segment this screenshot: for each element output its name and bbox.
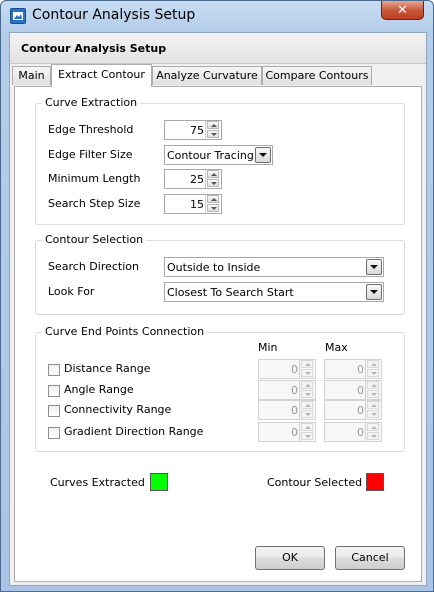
spin-down-icon[interactable] [367,369,379,377]
spin-up-icon[interactable] [301,381,313,389]
connectivity-range-min[interactable]: 0 [258,400,316,420]
spin-up-icon[interactable] [367,423,379,431]
tab-panel-extract-contour: Curve Extraction Edge Threshold 75 Edge … [14,86,422,582]
spin-down-icon[interactable] [207,204,219,212]
spin-up-icon[interactable] [301,360,313,368]
look-for-label: Look For [48,285,95,298]
close-icon: ✕ [397,2,408,18]
close-button[interactable]: ✕ [381,1,424,20]
angle-range-min[interactable]: 0 [258,380,316,400]
minimum-length-label: Minimum Length [48,172,141,185]
spin-up-icon[interactable] [367,360,379,368]
spin-up-icon[interactable] [301,401,313,409]
minimum-length-spinner[interactable]: 25 [164,169,222,189]
spin-up-icon[interactable] [367,381,379,389]
spin-down-icon[interactable] [301,390,313,398]
title-bar[interactable]: Contour Analysis Setup ✕ [1,1,433,31]
contour-selected-color-swatch[interactable] [366,473,384,491]
spin-up-icon[interactable] [207,121,219,129]
spin-down-icon[interactable] [207,130,219,138]
spin-down-icon[interactable] [367,390,379,398]
connectivity-range-label: Connectivity Range [64,403,172,416]
max-column-header: Max [325,341,348,354]
minimum-length-value: 25 [190,173,204,186]
edge-filter-size-select[interactable]: Contour Tracing [164,145,273,165]
search-step-size-spinner[interactable]: 15 [164,194,222,214]
spin-down-icon[interactable] [207,179,219,187]
curve-end-points-legend: Curve End Points Connection [42,325,208,338]
chevron-down-icon[interactable] [366,259,382,275]
tab-strip: Main Extract Contour Analyze Curvature C… [10,64,426,87]
angle-range-max[interactable]: 0 [324,380,382,400]
spin-down-icon[interactable] [367,410,379,418]
gradient-direction-range-label: Gradient Direction Range [64,425,204,438]
distance-range-min-value: 0 [291,363,298,376]
connectivity-range-min-value: 0 [291,404,298,417]
curve-end-points-group: Curve End Points Connection Min Max Dist… [35,325,405,452]
spin-down-icon[interactable] [367,432,379,440]
search-step-size-value: 15 [190,198,204,211]
app-icon [10,8,26,24]
search-step-size-label: Search Step Size [48,197,141,210]
look-for-value: Closest To Search Start [167,286,294,299]
angle-range-min-value: 0 [291,384,298,397]
edge-threshold-value: 75 [190,124,204,137]
spin-up-icon[interactable] [207,170,219,178]
connectivity-range-max[interactable]: 0 [324,400,382,420]
gradient-direction-range-max[interactable]: 0 [324,422,382,442]
edge-threshold-label: Edge Threshold [48,123,134,136]
search-direction-label: Search Direction [48,260,139,273]
curves-extracted-label: Curves Extracted [50,476,145,489]
spin-down-icon[interactable] [301,369,313,377]
spin-up-icon[interactable] [367,401,379,409]
curves-extracted-color-swatch[interactable] [150,473,168,491]
contour-selection-group: Contour Selection Search Direction Outsi… [35,233,405,315]
search-direction-select[interactable]: Outside to Inside [164,257,384,277]
edge-filter-size-label: Edge Filter Size [48,148,133,161]
distance-range-min[interactable]: 0 [258,359,316,379]
tab-analyze-curvature[interactable]: Analyze Curvature [152,66,262,85]
curve-extraction-group: Curve Extraction Edge Threshold 75 Edge … [35,96,405,225]
dialog-window: Contour Analysis Setup ✕ Contour Analysi… [0,0,434,592]
tab-compare-contours[interactable]: Compare Contours [262,66,372,85]
connectivity-range-checkbox[interactable] [48,405,60,417]
connectivity-range-max-value: 0 [357,404,364,417]
gradient-direction-range-max-value: 0 [357,426,364,439]
chevron-down-icon[interactable] [366,284,382,300]
contour-selection-legend: Contour Selection [42,233,147,246]
page-title: Contour Analysis Setup [21,42,167,55]
curve-extraction-legend: Curve Extraction [42,96,141,109]
look-for-select[interactable]: Closest To Search Start [164,282,384,302]
cancel-button[interactable]: Cancel [335,546,405,570]
angle-range-checkbox[interactable] [48,385,60,397]
angle-range-max-value: 0 [357,384,364,397]
angle-range-label: Angle Range [64,383,134,396]
min-column-header: Min [258,341,278,354]
gradient-direction-range-checkbox[interactable] [48,427,60,439]
distance-range-max[interactable]: 0 [324,359,382,379]
distance-range-max-value: 0 [357,363,364,376]
spin-down-icon[interactable] [301,410,313,418]
dialog-client: Contour Analysis Setup Main Extract Cont… [9,32,427,586]
spin-up-icon[interactable] [301,423,313,431]
gradient-direction-range-min-value: 0 [291,426,298,439]
dialog-header: Contour Analysis Setup [10,33,426,64]
distance-range-checkbox[interactable] [48,364,60,376]
tab-extract-contour[interactable]: Extract Contour [51,64,152,87]
tab-main[interactable]: Main [12,66,51,85]
distance-range-label: Distance Range [64,362,151,375]
edge-threshold-spinner[interactable]: 75 [164,120,222,140]
gradient-direction-range-min[interactable]: 0 [258,422,316,442]
search-direction-value: Outside to Inside [167,261,261,274]
edge-filter-size-value: Contour Tracing [167,149,254,162]
spin-up-icon[interactable] [207,195,219,203]
ok-button[interactable]: OK [255,546,325,570]
chevron-down-icon[interactable] [255,147,271,163]
window-title: Contour Analysis Setup [32,7,196,23]
contour-selected-label: Contour Selected [267,476,363,489]
spin-down-icon[interactable] [301,432,313,440]
